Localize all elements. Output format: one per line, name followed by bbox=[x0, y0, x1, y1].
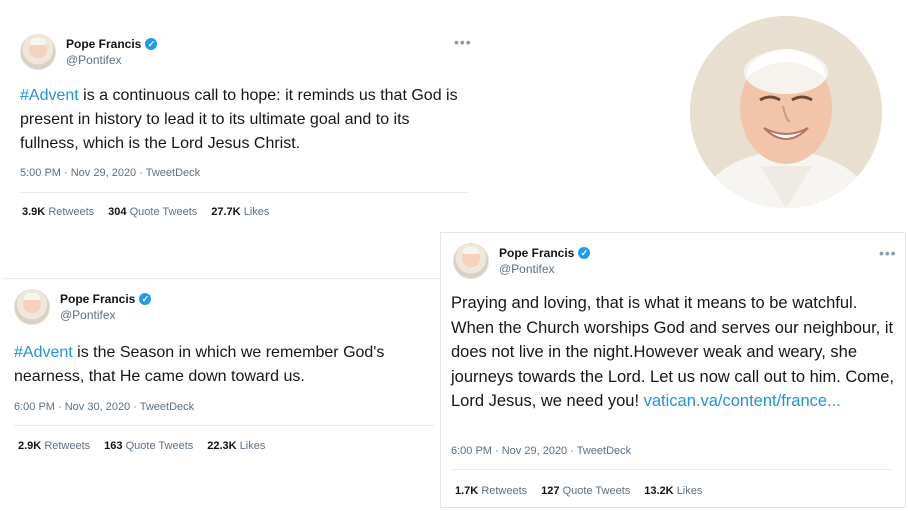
quote-tweets-stat[interactable]: 163 Quote Tweets bbox=[104, 440, 193, 452]
tweet-header: Pope Francis ✓ @Pontifex bbox=[453, 243, 591, 279]
retweets-stat[interactable]: 1.7K Retweets bbox=[455, 485, 527, 497]
more-options-icon[interactable]: ••• bbox=[879, 245, 897, 261]
engagement-stats: 2.9K Retweets 163 Quote Tweets 22.3K Lik… bbox=[18, 440, 265, 452]
likes-stat[interactable]: 22.3K Likes bbox=[207, 440, 265, 452]
retweets-stat[interactable]: 3.9K Retweets bbox=[22, 206, 94, 218]
more-options-icon[interactable]: ••• bbox=[454, 34, 472, 50]
tweet-card-2[interactable]: Pope Francis ✓ @Pontifex #Advent is the S… bbox=[2, 278, 442, 468]
likes-stat[interactable]: 13.2K Likes bbox=[644, 485, 702, 497]
author-handle[interactable]: @Pontifex bbox=[499, 261, 590, 277]
tweet-card-3[interactable]: Pope Francis ✓ @Pontifex ••• Praying and … bbox=[440, 232, 906, 508]
author-name[interactable]: Pope Francis bbox=[60, 291, 135, 307]
verified-badge-icon: ✓ bbox=[145, 38, 158, 50]
verified-badge-icon: ✓ bbox=[139, 293, 152, 305]
divider bbox=[451, 469, 893, 470]
engagement-stats: 1.7K Retweets 127 Quote Tweets 13.2K Lik… bbox=[455, 485, 702, 497]
portrait-illustration bbox=[690, 16, 882, 208]
tweet-text: #Advent is a continuous call to hope: it… bbox=[20, 84, 470, 156]
hashtag-link[interactable]: #Advent bbox=[14, 344, 73, 361]
author-handle[interactable]: @Pontifex bbox=[60, 307, 151, 323]
engagement-stats: 3.9K Retweets 304 Quote Tweets 27.7K Lik… bbox=[22, 206, 269, 218]
quote-tweets-stat[interactable]: 304 Quote Tweets bbox=[108, 206, 197, 218]
avatar[interactable] bbox=[453, 243, 489, 279]
divider bbox=[14, 425, 434, 426]
tweet-card-1[interactable]: Pope Francis ✓ @Pontifex ••• #Advent is a… bbox=[8, 22, 476, 232]
likes-stat[interactable]: 27.7K Likes bbox=[211, 206, 269, 218]
author-name[interactable]: Pope Francis bbox=[499, 245, 574, 261]
verified-badge-icon: ✓ bbox=[578, 247, 591, 259]
tweet-text: Praying and loving, that is what it mean… bbox=[451, 291, 901, 414]
tweet-header: Pope Francis ✓ @Pontifex bbox=[14, 289, 152, 325]
tweet-link[interactable]: vatican.va/content/france... bbox=[644, 392, 841, 410]
avatar[interactable] bbox=[14, 289, 50, 325]
tweet-timestamp[interactable]: 5:00 PM · Nov 29, 2020 · TweetDeck bbox=[20, 167, 200, 179]
tweet-body: is a continuous call to hope: it reminds… bbox=[20, 87, 458, 152]
retweets-stat[interactable]: 2.9K Retweets bbox=[18, 440, 90, 452]
tweet-timestamp[interactable]: 6:00 PM · Nov 30, 2020 · TweetDeck bbox=[14, 401, 194, 413]
author-name[interactable]: Pope Francis bbox=[66, 36, 141, 52]
tweet-header: Pope Francis ✓ @Pontifex bbox=[20, 34, 158, 70]
tweet-text: #Advent is the Season in which we rememb… bbox=[14, 341, 442, 389]
profile-portrait-image bbox=[690, 16, 882, 208]
hashtag-link[interactable]: #Advent bbox=[20, 87, 79, 104]
tweet-timestamp[interactable]: 6:00 PM · Nov 29, 2020 · TweetDeck bbox=[451, 445, 631, 457]
author-handle[interactable]: @Pontifex bbox=[66, 52, 157, 68]
quote-tweets-stat[interactable]: 127 Quote Tweets bbox=[541, 485, 630, 497]
avatar[interactable] bbox=[20, 34, 56, 70]
divider bbox=[20, 192, 468, 193]
